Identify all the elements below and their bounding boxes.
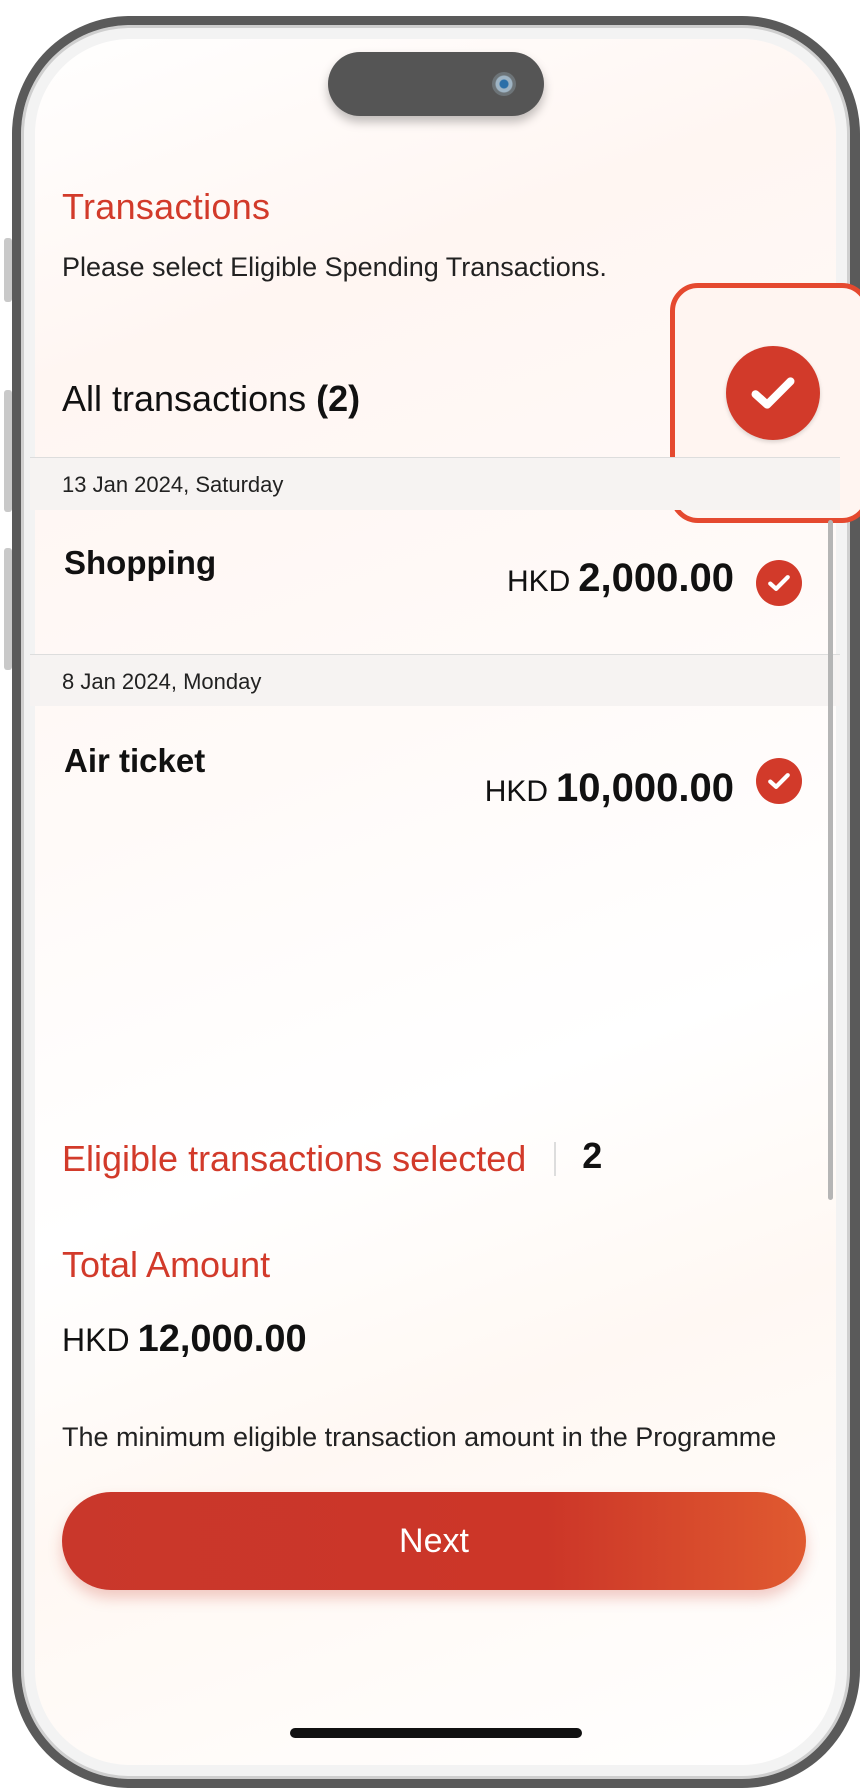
app-screen: Transactions Please select Eligible Spen… xyxy=(0,0,860,1790)
all-transactions-text: All transactions xyxy=(62,378,307,419)
transaction-amount: HKD 10,000.00 xyxy=(485,766,734,811)
date-header: 13 Jan 2024, Saturday xyxy=(30,458,840,510)
transaction-checkbox[interactable] xyxy=(756,560,802,606)
transaction-value: 10,000.00 xyxy=(556,766,734,810)
select-all-checkbox[interactable] xyxy=(726,346,820,440)
transaction-amount: HKD 2,000.00 xyxy=(507,556,734,601)
eligible-summary: Eligible transactions selected 2 xyxy=(62,1135,603,1180)
transaction-currency: HKD xyxy=(484,775,549,808)
scrollbar[interactable] xyxy=(828,520,833,1200)
eligible-count: 2 xyxy=(582,1135,603,1176)
transaction-checkbox[interactable] xyxy=(756,758,802,804)
total-amount: HKD 12,000.00 xyxy=(62,1318,307,1361)
transaction-name: Shopping xyxy=(64,544,217,581)
check-circle-icon xyxy=(768,575,790,591)
transaction-name: Air ticket xyxy=(64,742,206,779)
home-indicator[interactable] xyxy=(290,1728,582,1738)
page-title: Transactions xyxy=(62,186,271,227)
transaction-currency: HKD xyxy=(506,565,571,598)
date-header: 8 Jan 2024, Monday xyxy=(30,654,840,706)
total-amount-label: Total Amount xyxy=(62,1244,271,1285)
check-circle-icon xyxy=(751,377,795,409)
disclaimer-text: The minimum eligible transaction amount … xyxy=(62,1422,777,1464)
camera-icon xyxy=(492,72,516,96)
next-button[interactable]: Next xyxy=(62,1492,806,1590)
all-transactions-label: All transactions (2) xyxy=(62,378,360,420)
check-circle-icon xyxy=(768,773,790,789)
all-transactions-count: (2) xyxy=(316,378,361,419)
transaction-value: 2,000.00 xyxy=(578,556,734,600)
page-subtitle: Please select Eligible Spending Transact… xyxy=(62,252,607,282)
total-value: 12,000.00 xyxy=(137,1318,307,1360)
disclaimer-container: The minimum eligible transaction amount … xyxy=(62,1418,782,1464)
total-currency: HKD xyxy=(62,1322,130,1358)
eligible-label: Eligible transactions selected xyxy=(62,1138,527,1179)
divider xyxy=(554,1142,557,1176)
all-transactions-row[interactable]: All transactions (2) xyxy=(30,350,840,458)
